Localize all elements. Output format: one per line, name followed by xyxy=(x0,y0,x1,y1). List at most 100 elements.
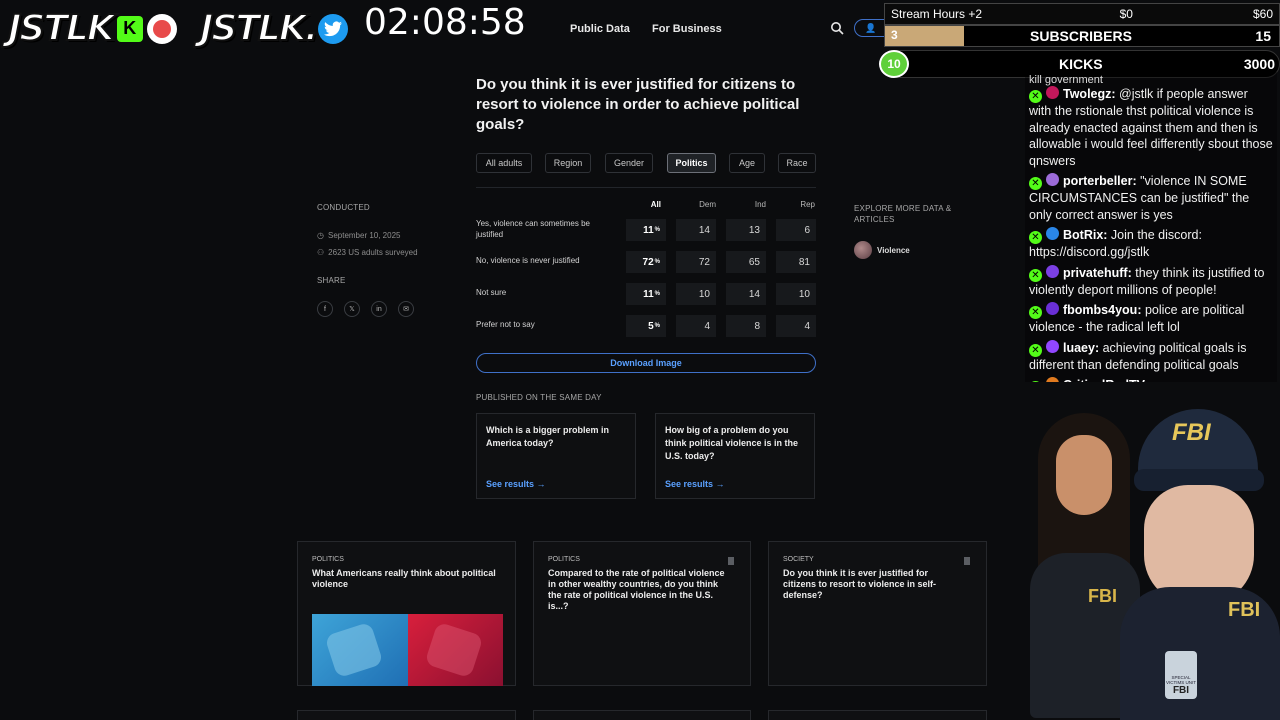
cell-all: 72% xyxy=(626,251,666,273)
twitter-bird-icon xyxy=(318,13,349,44)
table-row: Prefer not to say 5% 4 8 4 xyxy=(476,310,816,342)
chat-message: ✕ BotRix: Join the discord: https://disco… xyxy=(1029,227,1273,261)
article-card[interactable] xyxy=(768,710,987,720)
streamer-avatars: FBI FBI FBI SPECIAL VICTIMS UNIT FBI xyxy=(1010,395,1280,720)
chat-colon: : xyxy=(1144,378,1148,382)
stream-hours-label: Stream Hours +2 xyxy=(891,7,983,21)
x-icon[interactable]: 𝕏 xyxy=(344,301,360,317)
article-category: SOCIETY xyxy=(783,556,814,563)
related-card[interactable]: Which is a bigger problem in America tod… xyxy=(476,413,636,499)
related-card[interactable]: How big of a problem do you think politi… xyxy=(655,413,815,499)
cell-value: 5 xyxy=(648,320,654,332)
related-title: How big of a problem do you think politi… xyxy=(665,425,799,461)
explore-tag-violence[interactable]: Violence xyxy=(854,241,910,259)
chat-colon: : xyxy=(1137,303,1145,317)
subscribers-goal: 15 xyxy=(1255,28,1271,44)
nav-for-business[interactable]: For Business xyxy=(652,23,722,35)
cell-dem: 72 xyxy=(676,251,716,273)
facebook-icon[interactable]: f xyxy=(317,301,333,317)
user-badge-icon xyxy=(1046,86,1059,99)
chat-username[interactable]: porterbeller xyxy=(1063,174,1132,188)
article-card[interactable] xyxy=(533,710,751,720)
table-row: Not sure 11% 10 14 10 xyxy=(476,278,816,310)
chat-username[interactable]: fbombs4you xyxy=(1063,303,1137,317)
col-all: All xyxy=(650,200,661,209)
chat-message: ✕ Twolegz: @jstlk if people answer with t… xyxy=(1029,86,1273,169)
cell-value: 14 xyxy=(748,288,760,300)
see-results-link[interactable]: See results → xyxy=(486,479,546,489)
tab-region[interactable]: Region xyxy=(545,153,591,173)
table-header: All Dem Ind Rep xyxy=(476,200,816,214)
chat-panel: kill government ✕ Twolegz: @jstlk if peop… xyxy=(1025,72,1277,382)
cell-value: 8 xyxy=(754,320,760,332)
chat-username[interactable]: BotRix xyxy=(1063,228,1103,242)
chat-colon: : xyxy=(1132,174,1141,188)
tab-age[interactable]: Age xyxy=(729,153,765,173)
article-card[interactable]: POLITICS Compared to the rate of politic… xyxy=(533,541,751,686)
table-row: No, violence is never justified 72% 72 65 81 xyxy=(476,246,816,278)
nav-public-data[interactable]: Public Data xyxy=(570,23,630,35)
cell-all: 11% xyxy=(626,219,666,241)
kicks-count: 10 xyxy=(879,50,909,78)
bookmark-icon[interactable] xyxy=(728,557,734,565)
kick-badge-icon: ✕ xyxy=(1029,343,1042,357)
cell-value: 72 xyxy=(698,256,710,268)
linkedin-icon[interactable]: in xyxy=(371,301,387,317)
subscribers-count: 3 xyxy=(891,28,898,42)
date-text: September 10, 2025 xyxy=(327,231,401,240)
surveyed-text: 2623 US adults surveyed xyxy=(328,248,418,257)
jacket-text: FBI xyxy=(1228,599,1261,621)
divider xyxy=(476,187,816,188)
user-badge-icon xyxy=(1046,302,1059,315)
face-shape xyxy=(1056,435,1112,515)
chat-username[interactable]: CriticalRadTV xyxy=(1063,378,1144,382)
id-badge: SPECIAL VICTIMS UNIT FBI xyxy=(1165,651,1197,699)
tab-all-adults[interactable]: All adults xyxy=(476,153,532,173)
email-icon[interactable]: ✉ xyxy=(398,301,414,317)
kicks-label: KICKS xyxy=(1059,56,1103,72)
arrow-right-icon: → xyxy=(715,479,725,489)
chat-message: ✕ privatehuff: they think its justified t… xyxy=(1029,264,1273,299)
search-icon[interactable] xyxy=(830,21,844,35)
row-label: Yes, violence can sometimes be justified xyxy=(476,219,590,239)
article-title: Do you think it is ever justified for ci… xyxy=(783,568,937,600)
chat-message: ✕ luaey: achieving political goals is dif… xyxy=(1029,339,1273,374)
conducted-label: CONDUCTED xyxy=(317,203,370,212)
percent-sign: % xyxy=(654,259,660,265)
kick-badge-icon: ✕ xyxy=(1029,231,1042,244)
article-title: What Americans really think about politi… xyxy=(312,568,496,589)
subscribers-bar: 3 SUBSCRIBERS 15 xyxy=(884,25,1280,47)
user-icon: 👤 xyxy=(865,22,877,33)
avatar-man: FBI FBI SPECIAL VICTIMS UNIT FBI xyxy=(1120,409,1280,720)
results-table: All Dem Ind Rep Yes, violence can someti… xyxy=(476,200,816,342)
subscribers-label: SUBSCRIBERS xyxy=(1030,28,1132,44)
chat-username[interactable]: Twolegz xyxy=(1063,87,1111,101)
chat-message: ✕ porterbeller: "violence IN SOME CIRCUMS… xyxy=(1029,173,1273,223)
article-card[interactable]: SOCIETY Do you think it is ever justifie… xyxy=(768,541,987,686)
tab-race[interactable]: Race xyxy=(778,153,816,173)
see-results-link[interactable]: See results → xyxy=(665,479,725,489)
kick-badge-icon: ✕ xyxy=(1029,306,1042,319)
article-card[interactable]: POLITICS What Americans really think abo… xyxy=(297,541,516,686)
cell-value: 11 xyxy=(643,224,654,236)
tab-politics[interactable]: Politics xyxy=(667,153,716,173)
chat-text: achieving political goals is different t… xyxy=(1029,340,1247,372)
logo-text: JSTLK xyxy=(7,7,116,50)
cell-ind: 65 xyxy=(726,251,766,273)
cell-rep: 4 xyxy=(776,315,816,337)
cell-value: 11 xyxy=(643,288,654,300)
article-card[interactable] xyxy=(297,710,516,720)
download-image-button[interactable]: Download Image xyxy=(476,353,816,373)
tab-gender[interactable]: Gender xyxy=(605,153,653,173)
explore-label: EXPLORE MORE DATA & ARTICLES xyxy=(854,204,952,224)
jacket-text: FBI xyxy=(1088,586,1117,606)
chat-username[interactable]: luaey xyxy=(1063,341,1095,355)
article-category: POLITICS xyxy=(548,556,580,563)
cell-value: 14 xyxy=(698,224,710,236)
chat-username[interactable]: privatehuff xyxy=(1063,266,1128,280)
cell-dem: 4 xyxy=(676,315,716,337)
cell-dem: 14 xyxy=(676,219,716,241)
bookmark-icon[interactable] xyxy=(964,557,970,565)
cell-value: 13 xyxy=(748,224,760,236)
col-dem: Dem xyxy=(699,200,716,209)
